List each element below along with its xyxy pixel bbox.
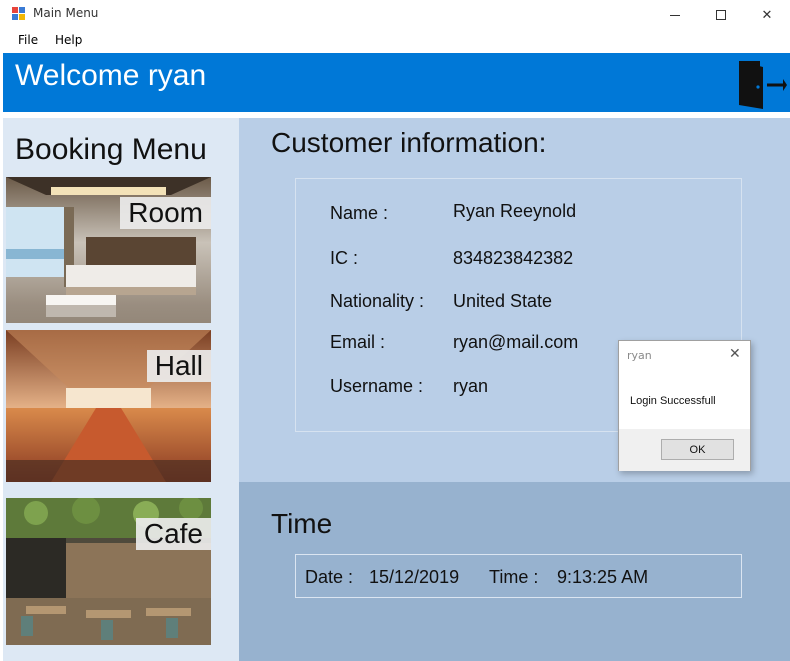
time-panel: Time Date : 15/12/2019 Time : 9:13:25 AM bbox=[239, 482, 790, 661]
minimize-icon bbox=[670, 14, 680, 16]
exit-button[interactable] bbox=[737, 57, 787, 109]
email-value: ryan@mail.com bbox=[453, 332, 579, 352]
maximize-button[interactable] bbox=[698, 0, 744, 30]
room-label: Room bbox=[120, 197, 211, 229]
app-icon bbox=[12, 7, 26, 21]
hall-label: Hall bbox=[146, 350, 211, 382]
close-button[interactable]: ✕ bbox=[744, 0, 790, 30]
nationality-value: United State bbox=[453, 291, 553, 311]
time-value: 9:13:25 AM bbox=[557, 567, 649, 587]
dialog-footer: OK bbox=[619, 429, 750, 471]
customer-info-heading: Customer information: bbox=[271, 127, 547, 158]
dialog-close-icon[interactable]: ✕ bbox=[729, 346, 741, 362]
time-box: Date : 15/12/2019 Time : 9:13:25 AM bbox=[295, 554, 742, 598]
nationality-label: Nationality : bbox=[330, 291, 425, 311]
username-label: Username : bbox=[330, 376, 424, 396]
booking-sidebar: Booking Menu Room Hall Cafe bbox=[3, 118, 239, 661]
time-heading: Time bbox=[271, 508, 333, 539]
date-label: Date : bbox=[305, 567, 354, 587]
name-label: Name : bbox=[330, 203, 389, 223]
name-value: Ryan Reeynold bbox=[453, 201, 577, 221]
time-label: Time : bbox=[489, 567, 539, 587]
ok-button[interactable]: OK bbox=[661, 439, 734, 460]
exit-door-icon bbox=[739, 61, 787, 109]
username-value: ryan bbox=[453, 376, 489, 396]
menu-file[interactable]: File bbox=[14, 33, 42, 47]
hall-tile[interactable]: Hall bbox=[6, 330, 211, 482]
title-bar: Main Menu ✕ bbox=[0, 0, 790, 30]
ic-value: 834823842382 bbox=[453, 248, 574, 268]
minimize-button[interactable] bbox=[652, 0, 698, 30]
menu-help[interactable]: Help bbox=[51, 33, 86, 47]
booking-menu-title: Booking Menu bbox=[15, 133, 207, 166]
menu-bar: File Help bbox=[0, 30, 790, 52]
window-title: Main Menu bbox=[33, 6, 99, 20]
cafe-tile[interactable]: Cafe bbox=[6, 498, 211, 645]
room-tile[interactable]: Room bbox=[6, 177, 211, 323]
welcome-text: Welcome ryan bbox=[15, 59, 207, 92]
ic-label: IC : bbox=[330, 248, 359, 268]
email-label: Email : bbox=[330, 332, 386, 352]
cafe-label: Cafe bbox=[135, 518, 211, 550]
dialog-message: Login Successfull bbox=[630, 395, 716, 407]
close-icon: ✕ bbox=[761, 7, 773, 23]
login-dialog: ryan ✕ Login Successfull OK bbox=[618, 340, 751, 471]
header-banner: Welcome ryan bbox=[3, 53, 790, 112]
date-value: 15/12/2019 bbox=[369, 567, 460, 587]
maximize-icon bbox=[716, 10, 726, 20]
dialog-title: ryan bbox=[627, 349, 652, 362]
